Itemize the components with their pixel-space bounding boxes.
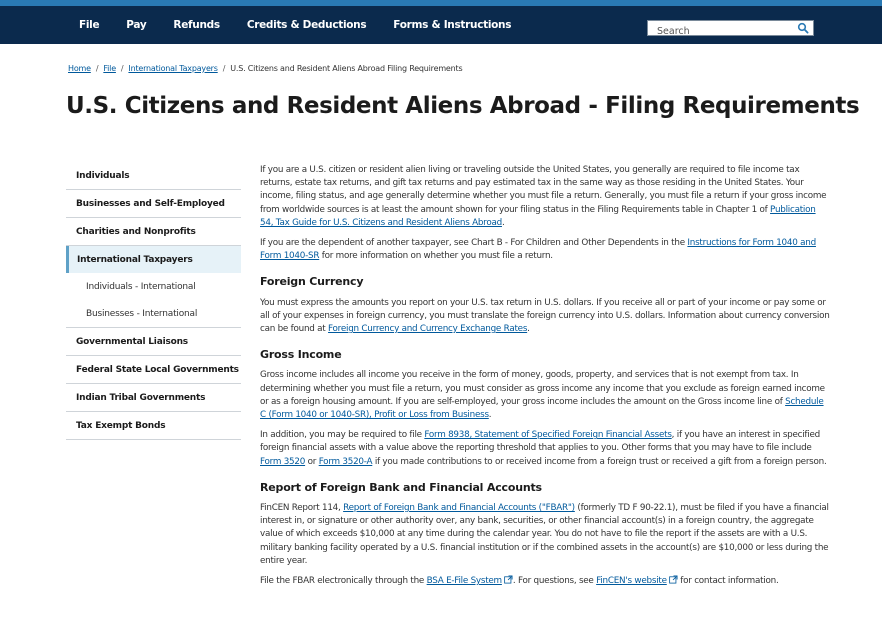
sidebar-item-federal-state-local[interactable]: Federal State Local Governments — [66, 356, 241, 384]
nav-credits-deductions[interactable]: Credits & Deductions — [247, 19, 367, 31]
sidebar-item-governmental-liaisons[interactable]: Governmental Liaisons — [66, 328, 241, 356]
page-title: U.S. Citizens and Resident Aliens Abroad… — [66, 93, 860, 119]
sidebar-item-tax-exempt-bonds[interactable]: Tax Exempt Bonds — [66, 412, 241, 440]
nav-items: File Pay Refunds Credits & Deductions Fo… — [66, 6, 538, 44]
sidebar-item-charities[interactable]: Charities and Nonprofits — [66, 218, 241, 246]
breadcrumb-international-taxpayers[interactable]: International Taxpayers — [128, 64, 217, 73]
sidebar-subitem-businesses-international[interactable]: Businesses - International — [66, 300, 241, 328]
breadcrumb-current: U.S. Citizens and Resident Aliens Abroad… — [230, 64, 463, 73]
main-nav: File Pay Refunds Credits & Deductions Fo… — [0, 6, 882, 44]
gross-income-paragraph: Gross income includes all income you rec… — [260, 370, 825, 421]
search-box — [647, 20, 814, 39]
sidebar: Individuals Businesses and Self-Employed… — [66, 162, 241, 440]
nav-pay[interactable]: Pay — [126, 19, 146, 31]
breadcrumb-separator: / — [120, 64, 124, 73]
sidebar-item-international-taxpayers[interactable]: International Taxpayers — [66, 246, 241, 273]
bsa-efile-link[interactable]: BSA E-File System — [427, 576, 503, 586]
form-8938-link[interactable]: Form 8938, Statement of Specified Foreig… — [424, 430, 672, 440]
sidebar-item-indian-tribal[interactable]: Indian Tribal Governments — [66, 384, 241, 412]
form-3520-link[interactable]: Form 3520 — [260, 457, 305, 467]
currency-exchange-rates-link[interactable]: Foreign Currency and Currency Exchange R… — [328, 324, 527, 334]
breadcrumb-file[interactable]: File — [103, 64, 116, 73]
sidebar-item-individuals[interactable]: Individuals — [66, 162, 241, 190]
sidebar-subitem-individuals-international[interactable]: Individuals - International — [66, 273, 241, 300]
external-link-icon — [504, 575, 513, 584]
nav-file[interactable]: File — [79, 19, 100, 31]
breadcrumb-home[interactable]: Home — [68, 64, 91, 73]
gross-income-heading: Gross Income — [260, 348, 342, 362]
search-icon[interactable] — [797, 22, 809, 34]
main-content: If you are a U.S. citizen or resident al… — [260, 164, 830, 595]
dependent-paragraph: If you are the dependent of another taxp… — [260, 238, 816, 262]
form-3520a-link[interactable]: Form 3520-A — [319, 457, 373, 467]
fbar-efile-paragraph: File the FBAR electronically through the… — [260, 575, 779, 587]
nav-refunds[interactable]: Refunds — [173, 19, 220, 31]
breadcrumb: Home / File / International Taxpayers / … — [68, 64, 463, 73]
fbar-heading: Report of Foreign Bank and Financial Acc… — [260, 480, 542, 494]
sidebar-item-businesses[interactable]: Businesses and Self-Employed — [66, 190, 241, 218]
intro-paragraph: If you are a U.S. citizen or resident al… — [260, 165, 827, 228]
nav-forms-instructions[interactable]: Forms & Instructions — [393, 19, 511, 31]
foreign-currency-paragraph: You must express the amounts you report … — [260, 297, 830, 335]
additional-forms-paragraph: In addition, you may be required to file… — [260, 430, 827, 467]
breadcrumb-separator: / — [222, 64, 226, 73]
breadcrumb-separator: / — [95, 64, 99, 73]
fbar-report-link[interactable]: Report of Foreign Bank and Financial Acc… — [343, 503, 575, 513]
fincen-website-link[interactable]: FinCEN's website — [596, 576, 667, 586]
search-input[interactable] — [648, 24, 796, 39]
foreign-currency-heading: Foreign Currency — [260, 275, 364, 289]
fbar-paragraph: FinCEN Report 114, Report of Foreign Ban… — [260, 503, 829, 566]
external-link-icon — [668, 575, 678, 584]
